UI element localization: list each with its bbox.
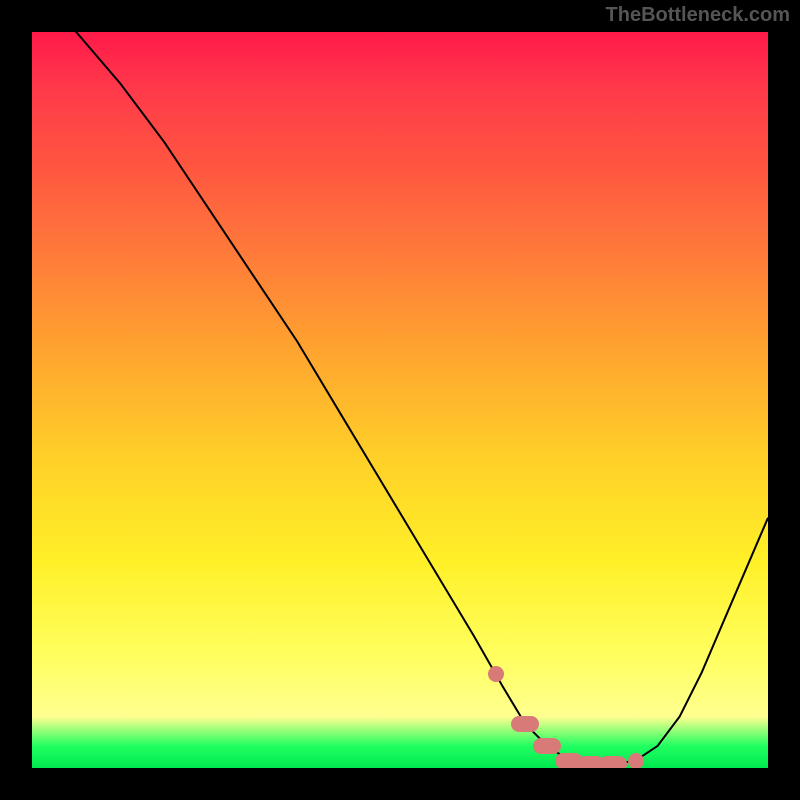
bottleneck-curve [32,32,768,764]
watermark-text: TheBottleneck.com [606,4,790,27]
curve-marker [488,666,504,682]
curve-marker [511,716,539,732]
curve-marker [533,738,561,754]
curve-marker [628,753,644,768]
plot-area [32,32,768,768]
curve-svg [32,32,768,768]
curve-marker [599,756,627,768]
